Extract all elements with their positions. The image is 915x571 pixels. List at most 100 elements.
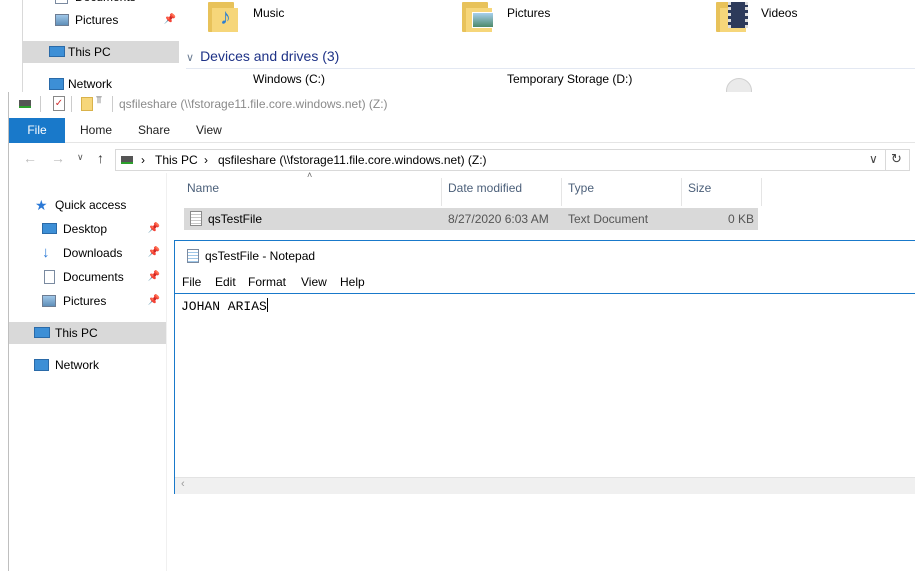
notepad-menu-bar: File Edit Format View Help bbox=[175, 271, 915, 293]
quick-access-dropdown-icon[interactable]: ⫪ bbox=[96, 95, 102, 106]
ribbon: File Home Share View bbox=[9, 118, 915, 143]
column-header-type[interactable]: Type bbox=[568, 173, 594, 199]
menu-view[interactable]: View bbox=[301, 271, 327, 293]
menu-file[interactable]: File bbox=[182, 271, 201, 293]
back-arrow-icon[interactable]: ← bbox=[23, 150, 37, 166]
menu-edit[interactable]: Edit bbox=[215, 271, 236, 293]
up-arrow-icon[interactable]: ↑ bbox=[97, 150, 104, 166]
folder-label: Music bbox=[253, 6, 285, 20]
pin-icon: 📌 bbox=[147, 271, 160, 282]
recent-locations-icon[interactable]: ∨ bbox=[77, 152, 84, 163]
documents-icon bbox=[44, 270, 55, 284]
column-header-name[interactable]: Name bbox=[187, 173, 219, 199]
sidebar-item-this-pc[interactable]: This PC bbox=[9, 322, 166, 344]
notepad-text-area[interactable]: JOHAN ARIAS bbox=[175, 293, 915, 477]
network-drive-icon bbox=[19, 100, 31, 108]
navigation-pane: ★ Quick access Desktop 📌 ↓ Downloads 📌 D… bbox=[9, 173, 167, 571]
music-folder-icon: ♪ bbox=[208, 0, 242, 32]
menu-format[interactable]: Format bbox=[248, 271, 286, 293]
star-icon: ★ bbox=[35, 197, 48, 213]
sidebar-item-label: Documents bbox=[63, 270, 124, 284]
bg-sidebar-item-pictures[interactable]: Pictures 📌 bbox=[23, 9, 179, 31]
bg-sidebar-item-label: Documents bbox=[75, 0, 136, 8]
sidebar-item-label: Desktop bbox=[63, 222, 108, 236]
pictures-icon bbox=[55, 14, 69, 26]
devices-header-label: Devices and drives (3) bbox=[200, 48, 340, 64]
network-drive-icon bbox=[121, 156, 133, 164]
desktop-icon bbox=[42, 223, 57, 234]
file-size: 0 KB bbox=[727, 212, 754, 226]
sidebar-item-network[interactable]: Network bbox=[9, 354, 166, 376]
devices-and-drives-header[interactable]: ∨ Devices and drives (3) bbox=[186, 46, 339, 66]
notepad-window: qsTestFile - Notepad File Edit Format Vi… bbox=[174, 240, 915, 494]
file-date-modified: 8/27/2020 6:03 AM bbox=[448, 212, 549, 226]
pin-icon: 📌 bbox=[163, 14, 176, 25]
sidebar-item-label: This PC bbox=[55, 326, 98, 340]
tab-view[interactable]: View bbox=[196, 118, 222, 143]
scroll-left-icon[interactable]: ‹ bbox=[181, 478, 185, 490]
breadcrumb-separator-icon: › bbox=[204, 153, 208, 167]
text-cursor bbox=[266, 298, 268, 312]
folder-label: Videos bbox=[761, 6, 798, 20]
text-file-icon bbox=[190, 211, 202, 226]
column-header-size[interactable]: Size bbox=[688, 173, 711, 199]
computer-icon bbox=[49, 46, 65, 57]
notepad-title: qsTestFile - Notepad bbox=[205, 249, 316, 263]
computer-icon bbox=[34, 327, 50, 338]
pictures-folder-icon bbox=[462, 0, 496, 32]
folder-label: Pictures bbox=[507, 6, 551, 20]
file-type: Text Document bbox=[568, 212, 649, 226]
explorer-title-bar: ✓ ⫪ qsfileshare (\\fstorage11.file.core.… bbox=[9, 92, 915, 118]
sidebar-item-label: Quick access bbox=[55, 198, 127, 212]
refresh-icon[interactable]: ↻ bbox=[891, 151, 902, 167]
column-header-date-modified[interactable]: Date modified bbox=[448, 173, 522, 199]
address-bar[interactable]: › This PC › qsfileshare (\\fstorage11.fi… bbox=[115, 149, 910, 171]
folder-tile-videos[interactable]: Videos bbox=[716, 0, 836, 34]
bg-sidebar-item-this-pc[interactable]: This PC bbox=[23, 41, 179, 63]
bg-sidebar-item-documents[interactable]: Documents bbox=[23, 0, 179, 8]
videos-folder-icon bbox=[716, 0, 750, 32]
background-sidebar: Documents Pictures 📌 This PC Network bbox=[22, 0, 179, 92]
sidebar-item-documents[interactable]: Documents 📌 bbox=[9, 266, 166, 288]
pin-icon: 📌 bbox=[147, 247, 160, 258]
sort-ascending-icon: ˄ bbox=[307, 170, 313, 180]
folder-tile-pictures[interactable]: Pictures bbox=[462, 0, 582, 34]
notepad-title-bar: qsTestFile - Notepad bbox=[175, 241, 915, 271]
network-icon bbox=[49, 78, 64, 90]
sidebar-item-label: Pictures bbox=[63, 294, 107, 308]
sidebar-item-desktop[interactable]: Desktop 📌 bbox=[9, 218, 166, 240]
tab-file[interactable]: File bbox=[9, 118, 65, 143]
file-row[interactable]: qsTestFile 8/27/2020 6:03 AM Text Docume… bbox=[184, 208, 758, 230]
file-name: qsTestFile bbox=[208, 212, 263, 226]
notepad-content: JOHAN ARIAS bbox=[181, 299, 267, 314]
folder-tile-music[interactable]: ♪ Music bbox=[208, 0, 328, 34]
sidebar-item-label: Downloads bbox=[63, 246, 123, 260]
address-row: ← → ∨ ↑ › This PC › qsfileshare (\\fstor… bbox=[9, 147, 915, 173]
address-dropdown-icon[interactable]: ∨ bbox=[869, 152, 878, 166]
menu-help[interactable]: Help bbox=[340, 271, 365, 293]
horizontal-scrollbar[interactable]: ‹ bbox=[175, 477, 915, 494]
properties-icon[interactable]: ✓ bbox=[53, 96, 65, 111]
drive-label-c[interactable]: Windows (C:) bbox=[253, 72, 325, 86]
pictures-icon bbox=[42, 295, 56, 307]
breadcrumb-separator-icon: › bbox=[141, 153, 145, 167]
bg-sidebar-item-label: This PC bbox=[68, 45, 111, 59]
tab-home[interactable]: Home bbox=[80, 118, 112, 143]
background-explorer-window: Documents Pictures 📌 This PC Network ♪ M… bbox=[0, 0, 915, 104]
sidebar-item-quick-access[interactable]: ★ Quick access bbox=[9, 194, 166, 216]
sidebar-item-downloads[interactable]: ↓ Downloads 📌 bbox=[9, 242, 166, 264]
network-icon bbox=[34, 359, 49, 371]
bg-sidebar-item-label: Pictures bbox=[75, 13, 119, 27]
pin-icon: 📌 bbox=[147, 295, 160, 306]
chevron-down-icon: ∨ bbox=[186, 52, 195, 64]
new-folder-icon[interactable] bbox=[81, 97, 93, 111]
breadcrumb-current-folder[interactable]: qsfileshare (\\fstorage11.file.core.wind… bbox=[218, 153, 487, 167]
download-arrow-icon: ↓ bbox=[42, 244, 50, 261]
breadcrumb-this-pc[interactable]: This PC bbox=[155, 153, 198, 167]
forward-arrow-icon[interactable]: → bbox=[51, 150, 65, 166]
tab-share[interactable]: Share bbox=[138, 118, 170, 143]
drive-label-d[interactable]: Temporary Storage (D:) bbox=[507, 72, 632, 86]
sidebar-item-label: Network bbox=[55, 358, 100, 372]
sidebar-item-pictures[interactable]: Pictures 📌 bbox=[9, 290, 166, 312]
documents-icon bbox=[55, 0, 68, 4]
